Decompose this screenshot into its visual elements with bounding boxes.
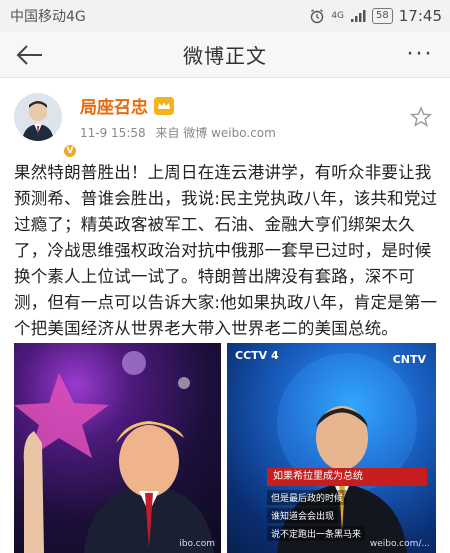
post-source: 来自 微博 weibo.com xyxy=(155,126,276,140)
subtitle-line-2: 谁知道会会出现 xyxy=(267,508,339,523)
network-type: 4G xyxy=(331,11,345,21)
clock: 17:45 xyxy=(398,7,442,25)
vip-crown-icon xyxy=(154,96,174,115)
image-watermark: weibo.com/... xyxy=(369,539,430,549)
post-body: 果然特朗普胜出！上周日在连云港讲学，有听众非要让我预测希、普谁会胜出，我说:民主… xyxy=(14,163,438,364)
news-lower-third: 如果希拉里成为总统 xyxy=(267,468,427,486)
post-images: ibo.com CCTV 4 CNTV 如果希拉里成为总统 但是最后政的时候 谁… xyxy=(14,343,436,553)
verified-badge: V xyxy=(62,143,78,159)
back-button[interactable] xyxy=(0,32,60,78)
status-bar: 中国移动4G 4G 58 17:45 xyxy=(0,0,450,32)
arrow-left-icon xyxy=(16,44,42,65)
user-portrait-icon xyxy=(14,93,62,141)
avatar[interactable] xyxy=(14,93,62,141)
more-options-button[interactable]: ··· xyxy=(390,32,450,78)
page-title: 微博正文 xyxy=(183,44,267,68)
author-row: 局座召忠 xyxy=(80,93,406,118)
carrier-label: 中国移动4G xyxy=(10,9,86,25)
author-name[interactable]: 局座召忠 xyxy=(80,93,148,118)
favorite-button[interactable] xyxy=(406,102,436,132)
subtitle-line-3: 说不定跑出一条黑马来 xyxy=(267,526,366,541)
alarm-icon xyxy=(311,9,324,24)
post-image-1[interactable]: ibo.com xyxy=(14,343,221,553)
signal-icon xyxy=(351,10,366,22)
channel-logo: CCTV 4 xyxy=(235,349,279,362)
author-block: 局座召忠 11-9 15:58 来自 微博 weibo.com xyxy=(80,93,406,141)
navigation-bar: 微博正文 ··· xyxy=(0,32,450,78)
star-icon xyxy=(410,106,432,127)
status-icons: 4G 58 17:45 xyxy=(309,7,442,25)
post-header: V 局座召忠 11-9 15:58 来自 微博 weibo.com xyxy=(0,78,450,159)
post-date: 11-9 15:58 xyxy=(80,126,146,140)
trump-photo-illustration xyxy=(14,351,214,553)
post-meta: 11-9 15:58 来自 微博 weibo.com xyxy=(80,124,406,141)
image-watermark: ibo.com xyxy=(179,539,215,549)
network-logo: CNTV xyxy=(392,353,426,366)
battery-indicator: 58 xyxy=(372,8,393,24)
post-image-2[interactable]: CCTV 4 CNTV 如果希拉里成为总统 但是最后政的时候 谁知道会会出现 说… xyxy=(227,343,436,553)
avatar-wrapper[interactable]: V xyxy=(14,93,78,159)
subtitle-line-1: 但是最后政的时候 xyxy=(267,490,348,505)
